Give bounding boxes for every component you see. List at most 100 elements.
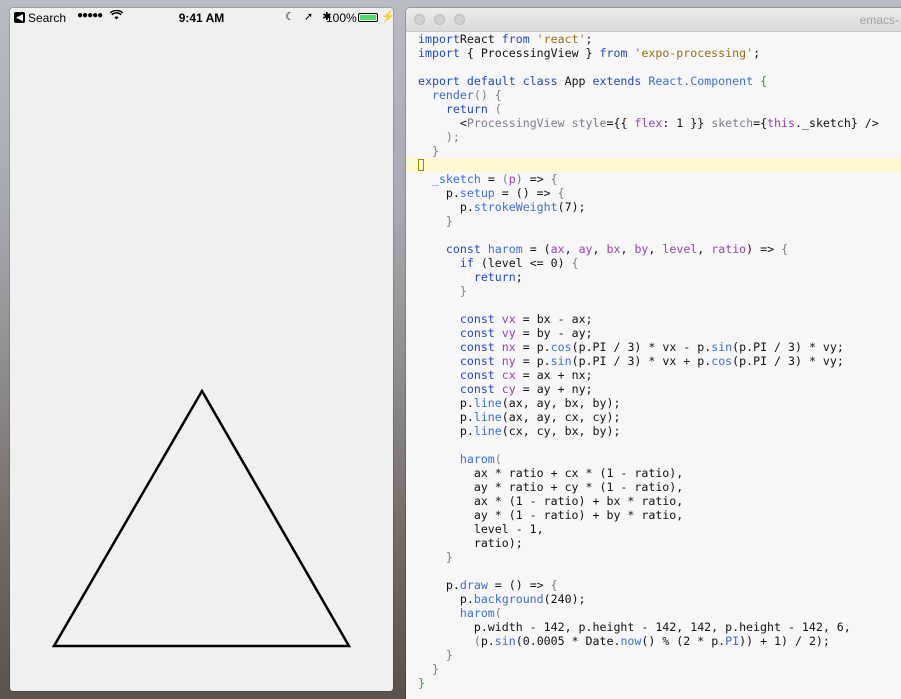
code-token: p. xyxy=(418,424,474,438)
code-token: ={ xyxy=(753,116,768,130)
code-token: import xyxy=(418,32,460,46)
code-line[interactable]: const cy = ay + ny; xyxy=(406,382,901,396)
code-token: (ax, ay, bx, by); xyxy=(501,396,621,410)
code-line[interactable]: return ( xyxy=(406,102,901,116)
code-line[interactable] xyxy=(406,60,901,74)
code-line[interactable]: import { ProcessingView } from 'expo-pro… xyxy=(406,46,901,60)
code-line[interactable]: ax * ratio + cx * (1 - ratio), xyxy=(406,466,901,480)
code-line[interactable]: p.strokeWeight(7); xyxy=(406,200,901,214)
code-line[interactable]: const harom = (ax, ay, bx, by, level, ra… xyxy=(406,242,901,256)
code-line[interactable]: _sketch = (p) => { xyxy=(406,172,901,186)
code-line[interactable]: } xyxy=(406,662,901,676)
code-token: React xyxy=(459,32,502,46)
code-line[interactable]: if (level <= 0) { xyxy=(406,256,901,270)
code-line[interactable]: p.line(ax, ay, bx, by); xyxy=(406,396,901,410)
code-line[interactable]: return; xyxy=(406,270,901,284)
code-line[interactable]: level - 1, xyxy=(406,522,901,536)
code-token: (cx, cy, bx, by); xyxy=(501,424,621,438)
code-line[interactable]: } xyxy=(406,648,901,662)
code-line[interactable] xyxy=(406,228,901,242)
code-line[interactable]: (p.sin(0.0005 * Date.now() % (2 * p.PI))… xyxy=(406,634,901,648)
code-token: const xyxy=(459,382,495,396)
code-token: = ( xyxy=(522,242,551,256)
code-line[interactable]: ratio); xyxy=(406,536,901,550)
code-line[interactable]: } xyxy=(406,144,901,158)
code-line[interactable] xyxy=(406,438,901,452)
close-window-button[interactable] xyxy=(414,14,425,25)
code-line[interactable]: } xyxy=(406,284,901,298)
code-token: ) => xyxy=(746,242,782,256)
code-token: p.width - 142, p.height - 142, 142, p.he… xyxy=(418,620,851,634)
code-line[interactable]: harom( xyxy=(406,606,901,620)
code-line[interactable]: const nx = p.cos(p.PI / 3) * vx - p.sin(… xyxy=(406,340,901,354)
code-line[interactable]: <ProcessingView style={{ flex: 1 }} sket… xyxy=(406,116,901,130)
code-token: = ax + nx; xyxy=(515,368,593,382)
ios-simulator-screen: ◀ Search ●●●●● 9:41 AM ☾ ➚ ✱ 100% ⚡ xyxy=(10,8,393,691)
code-token: (level <= 0) xyxy=(473,256,572,270)
code-token: return xyxy=(473,270,516,284)
processing-canvas[interactable] xyxy=(10,28,393,691)
code-line[interactable]: p.line(ax, ay, cx, cy); xyxy=(406,410,901,424)
code-token: sin xyxy=(550,354,572,368)
zoom-window-button[interactable] xyxy=(454,14,465,25)
code-line[interactable]: p.draw = () => { xyxy=(406,578,901,592)
code-token: = by - ay; xyxy=(515,326,593,340)
code-line[interactable]: ); xyxy=(406,130,901,144)
code-line[interactable]: p.background(240); xyxy=(406,592,901,606)
code-token: = bx - ax; xyxy=(515,312,593,326)
code-line[interactable]: const vx = bx - ax; xyxy=(406,312,901,326)
code-token: { xyxy=(557,186,565,200)
code-line[interactable]: } xyxy=(406,676,901,690)
code-line[interactable]: p.width - 142, p.height - 142, 142, p.he… xyxy=(406,620,901,634)
code-line[interactable]: ay * (1 - ratio) + by * ratio, xyxy=(406,508,901,522)
code-token: cos xyxy=(550,340,572,354)
code-line[interactable] xyxy=(406,158,901,172)
title-bar[interactable]: emacs- xyxy=(406,8,901,32)
code-line[interactable]: } xyxy=(406,214,901,228)
code-token: vx xyxy=(501,312,516,326)
code-token: const xyxy=(445,242,481,256)
code-line[interactable]: export default class App extends React.C… xyxy=(406,74,901,88)
code-line[interactable]: render() { xyxy=(406,88,901,102)
code-token: export default class xyxy=(418,74,558,88)
code-token: render xyxy=(431,88,474,102)
code-token: ._sketch} /> xyxy=(795,116,879,130)
battery-fill xyxy=(360,15,376,20)
code-token: ( xyxy=(494,606,502,620)
code-line[interactable]: harom( xyxy=(406,452,901,466)
code-line[interactable]: } xyxy=(406,550,901,564)
code-token: (7); xyxy=(557,200,586,214)
code-line[interactable]: p.setup = () => { xyxy=(406,186,901,200)
code-token: (ax, ay, cx, cy); xyxy=(501,410,621,424)
code-line[interactable]: const cx = ax + nx; xyxy=(406,368,901,382)
code-token: (p.PI / 3) * vy; xyxy=(732,340,844,354)
code-line[interactable]: importReact from 'react'; xyxy=(406,32,901,46)
code-token: ( xyxy=(494,452,502,466)
code-token: ); xyxy=(445,130,460,144)
code-token: { xyxy=(781,242,789,256)
code-line[interactable]: ay * ratio + cy * (1 - ratio), xyxy=(406,480,901,494)
code-token: ={{ xyxy=(606,116,635,130)
code-line[interactable]: p.line(cx, cy, bx, by); xyxy=(406,424,901,438)
code-token: , xyxy=(564,242,579,256)
code-line[interactable] xyxy=(406,564,901,578)
code-token: } xyxy=(459,284,467,298)
code-token: sin xyxy=(494,634,516,648)
code-line[interactable]: const ny = p.sin(p.PI / 3) * vx + p.cos(… xyxy=(406,354,901,368)
code-editor[interactable]: importReact from 'react'; import { Proces… xyxy=(406,32,901,690)
code-line[interactable]: ax * (1 - ratio) + bx * ratio, xyxy=(406,494,901,508)
minimize-window-button[interactable] xyxy=(434,14,445,25)
code-token: } xyxy=(445,214,453,228)
code-line[interactable] xyxy=(406,298,901,312)
code-line[interactable]: const vy = by - ay; xyxy=(406,326,901,340)
